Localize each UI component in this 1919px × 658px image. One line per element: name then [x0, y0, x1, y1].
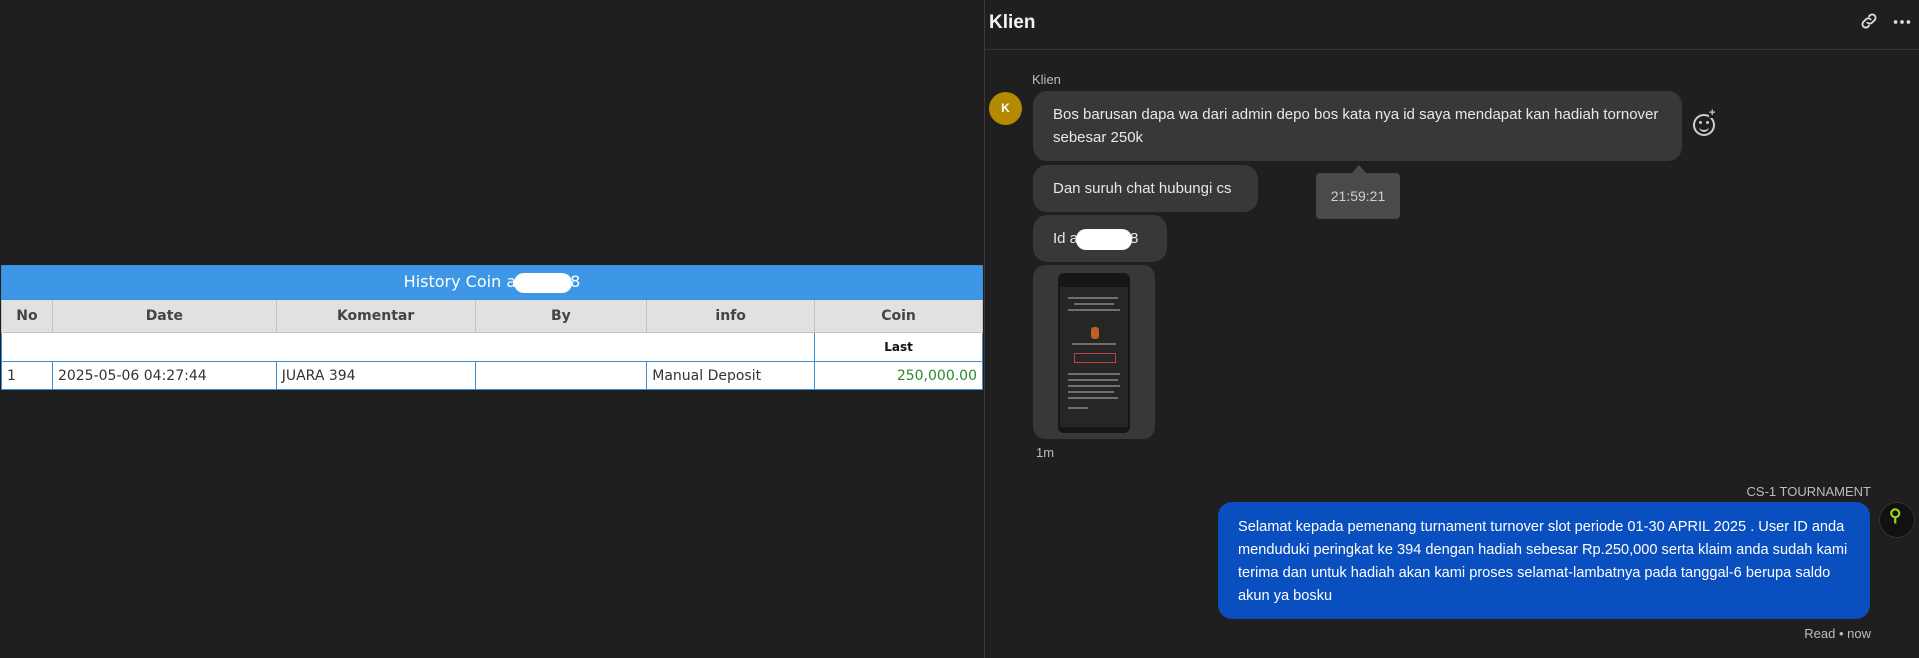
cell-info: Manual Deposit	[646, 361, 816, 390]
message-id-suffix: 8	[1130, 230, 1139, 247]
cell-no: 1	[1, 361, 53, 390]
redaction-mark	[514, 272, 573, 293]
message-bubble[interactable]: Bos barusan dapa wa dari admin depo bos …	[1033, 91, 1682, 161]
link-icon[interactable]	[1857, 11, 1881, 35]
column-header-komentar[interactable]: Komentar	[275, 299, 476, 333]
table-title: History Coin a 8	[1, 265, 983, 300]
table-row: 1 2025-05-06 04:27:44 JUARA 394 Manual D…	[1, 361, 983, 390]
chat-title: Klien	[989, 12, 1036, 33]
message-id-prefix: Id a	[1053, 230, 1079, 247]
read-receipt: Read • now	[1804, 626, 1871, 641]
message-time: 1m	[1036, 445, 1055, 460]
column-header-by[interactable]: By	[474, 299, 648, 333]
image-attachment[interactable]	[1033, 265, 1155, 439]
brand-logo-icon: ⚲	[1889, 506, 1902, 525]
screenshot-thumbnail	[1058, 273, 1130, 433]
table-title-suffix: 8	[570, 272, 581, 292]
sub-header-spacer	[0, 332, 816, 362]
chat-header: Klien	[985, 0, 1919, 50]
plus-icon: +	[1709, 107, 1716, 119]
history-coin-panel: History Coin a 8 No Date Komentar By info…	[0, 0, 984, 658]
message-bubble[interactable]: Dan suruh chat hubungi cs	[1033, 165, 1258, 212]
timestamp-tooltip: 21:59:21	[1316, 165, 1400, 219]
cell-by	[474, 361, 648, 390]
table-title-prefix: History Coin a	[403, 272, 517, 292]
agent-message-bubble[interactable]: Selamat kepada pemenang turnament turnov…	[1218, 502, 1870, 619]
sub-header-last: Last	[814, 332, 983, 362]
column-header-info[interactable]: info	[646, 299, 816, 333]
column-header-no[interactable]: No	[1, 299, 53, 333]
column-header-date[interactable]: Date	[51, 299, 277, 333]
message-bubble[interactable]: Id a 8	[1033, 215, 1167, 262]
cell-komentar: JUARA 394	[275, 361, 476, 390]
history-coin-table: History Coin a 8 No Date Komentar By info…	[0, 265, 983, 390]
agent-name: CS-1 TOURNAMENT	[1746, 484, 1871, 499]
cell-date: 2025-05-06 04:27:44	[51, 361, 277, 390]
redaction-mark	[1076, 228, 1133, 250]
more-icon[interactable]	[1890, 11, 1914, 35]
cell-coin: 250,000.00	[814, 361, 983, 390]
chat-panel: Klien Klien K Bos barusan dapa wa dari a…	[985, 0, 1919, 658]
agent-avatar[interactable]: ⚲	[1879, 502, 1915, 538]
avatar[interactable]: K	[989, 92, 1022, 125]
column-header-coin[interactable]: Coin	[814, 299, 983, 333]
sender-name: Klien	[1032, 72, 1061, 87]
